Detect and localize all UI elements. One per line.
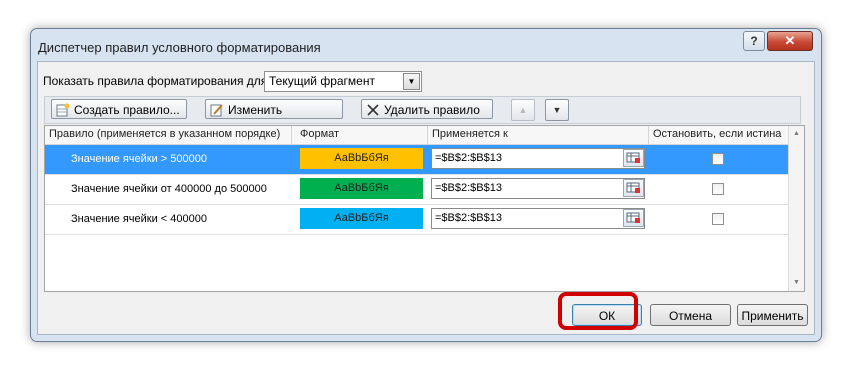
rule-row[interactable]: Значение ячейки < 400000 АаВbБбЯя =$B$2:… (45, 205, 788, 235)
range-selector-icon[interactable] (623, 179, 644, 197)
conditional-formatting-dialog: Диспетчер правил условного форматировани… (30, 28, 822, 342)
grid-scrollbar[interactable]: ▲ ▼ (788, 126, 804, 291)
chevron-down-icon[interactable]: ▼ (403, 73, 420, 90)
stop-if-true-checkbox[interactable] (712, 183, 724, 195)
edit-rule-icon (210, 104, 223, 117)
ok-button[interactable]: ОК (572, 304, 642, 326)
stop-if-true-checkbox[interactable] (712, 213, 724, 225)
move-down-button[interactable]: ▼ (545, 99, 569, 121)
show-rules-label: Показать правила форматирования для: (43, 74, 271, 88)
delete-rule-label: Удалить правило (384, 103, 480, 117)
column-header-format: Формат (300, 128, 340, 140)
range-selector-icon[interactable] (623, 209, 644, 227)
rules-grid: Правило (применяется в указанном порядке… (44, 125, 805, 292)
column-header-applies-to: Применяется к (432, 128, 508, 140)
column-header-stop-if-true: Остановить, если истина (653, 128, 782, 140)
edit-rule-button[interactable]: Изменить правило... (205, 99, 343, 137)
applies-to-field[interactable]: =$B$2:$B$13 (431, 148, 645, 169)
show-rules-value: Текущий фрагмент (269, 74, 375, 88)
applies-to-field[interactable]: =$B$2:$B$13 (431, 208, 645, 229)
format-preview: АаВbБбЯя (300, 208, 423, 229)
apply-button[interactable]: Применить (737, 304, 808, 326)
column-divider (427, 126, 428, 144)
cancel-button[interactable]: Отмена (650, 304, 731, 326)
grid-header: Правило (применяется в указанном порядке… (45, 126, 788, 145)
move-up-button[interactable]: ▲ (511, 99, 535, 121)
delete-rule-button[interactable]: Удалить правило (361, 99, 493, 119)
format-preview: АаВbБбЯя (300, 148, 423, 169)
applies-to-value: =$B$2:$B$13 (435, 182, 502, 194)
dialog-body: Показать правила форматирования для: Тек… (37, 61, 815, 335)
scroll-up-icon[interactable]: ▲ (790, 127, 803, 141)
scroll-down-icon[interactable]: ▼ (790, 276, 803, 290)
column-header-rule: Правило (применяется в указанном порядке… (49, 128, 281, 140)
column-divider (648, 126, 649, 144)
stop-if-true-checkbox[interactable] (712, 153, 724, 165)
range-selector-icon[interactable] (623, 149, 644, 167)
applies-to-value: =$B$2:$B$13 (435, 212, 502, 224)
help-button[interactable]: ? (743, 31, 765, 51)
rule-description: Значение ячейки > 500000 (71, 153, 207, 165)
format-preview: АаВbБбЯя (300, 178, 423, 199)
show-rules-dropdown[interactable]: Текущий фрагмент ▼ (264, 71, 422, 92)
column-divider (291, 126, 292, 144)
close-button[interactable]: ✕ (767, 31, 813, 51)
delete-icon (367, 104, 379, 116)
applies-to-value: =$B$2:$B$13 (435, 152, 502, 164)
dialog-title: Диспетчер правил условного форматировани… (38, 40, 321, 55)
applies-to-field[interactable]: =$B$2:$B$13 (431, 178, 645, 199)
rule-description: Значение ячейки < 400000 (71, 213, 207, 225)
new-rule-label: Создать правило... (74, 103, 180, 117)
rules-toolbar: Создать правило... Изменить правило... У… (44, 96, 801, 137)
rule-row[interactable]: Значение ячейки от 400000 до 500000 АаВb… (45, 175, 788, 205)
new-rule-icon (56, 103, 70, 117)
rule-row[interactable]: Значение ячейки > 500000 АаВbБбЯя =$B$2:… (45, 145, 788, 175)
new-rule-button[interactable]: Создать правило... (51, 99, 187, 119)
rule-description: Значение ячейки от 400000 до 500000 (71, 183, 267, 195)
